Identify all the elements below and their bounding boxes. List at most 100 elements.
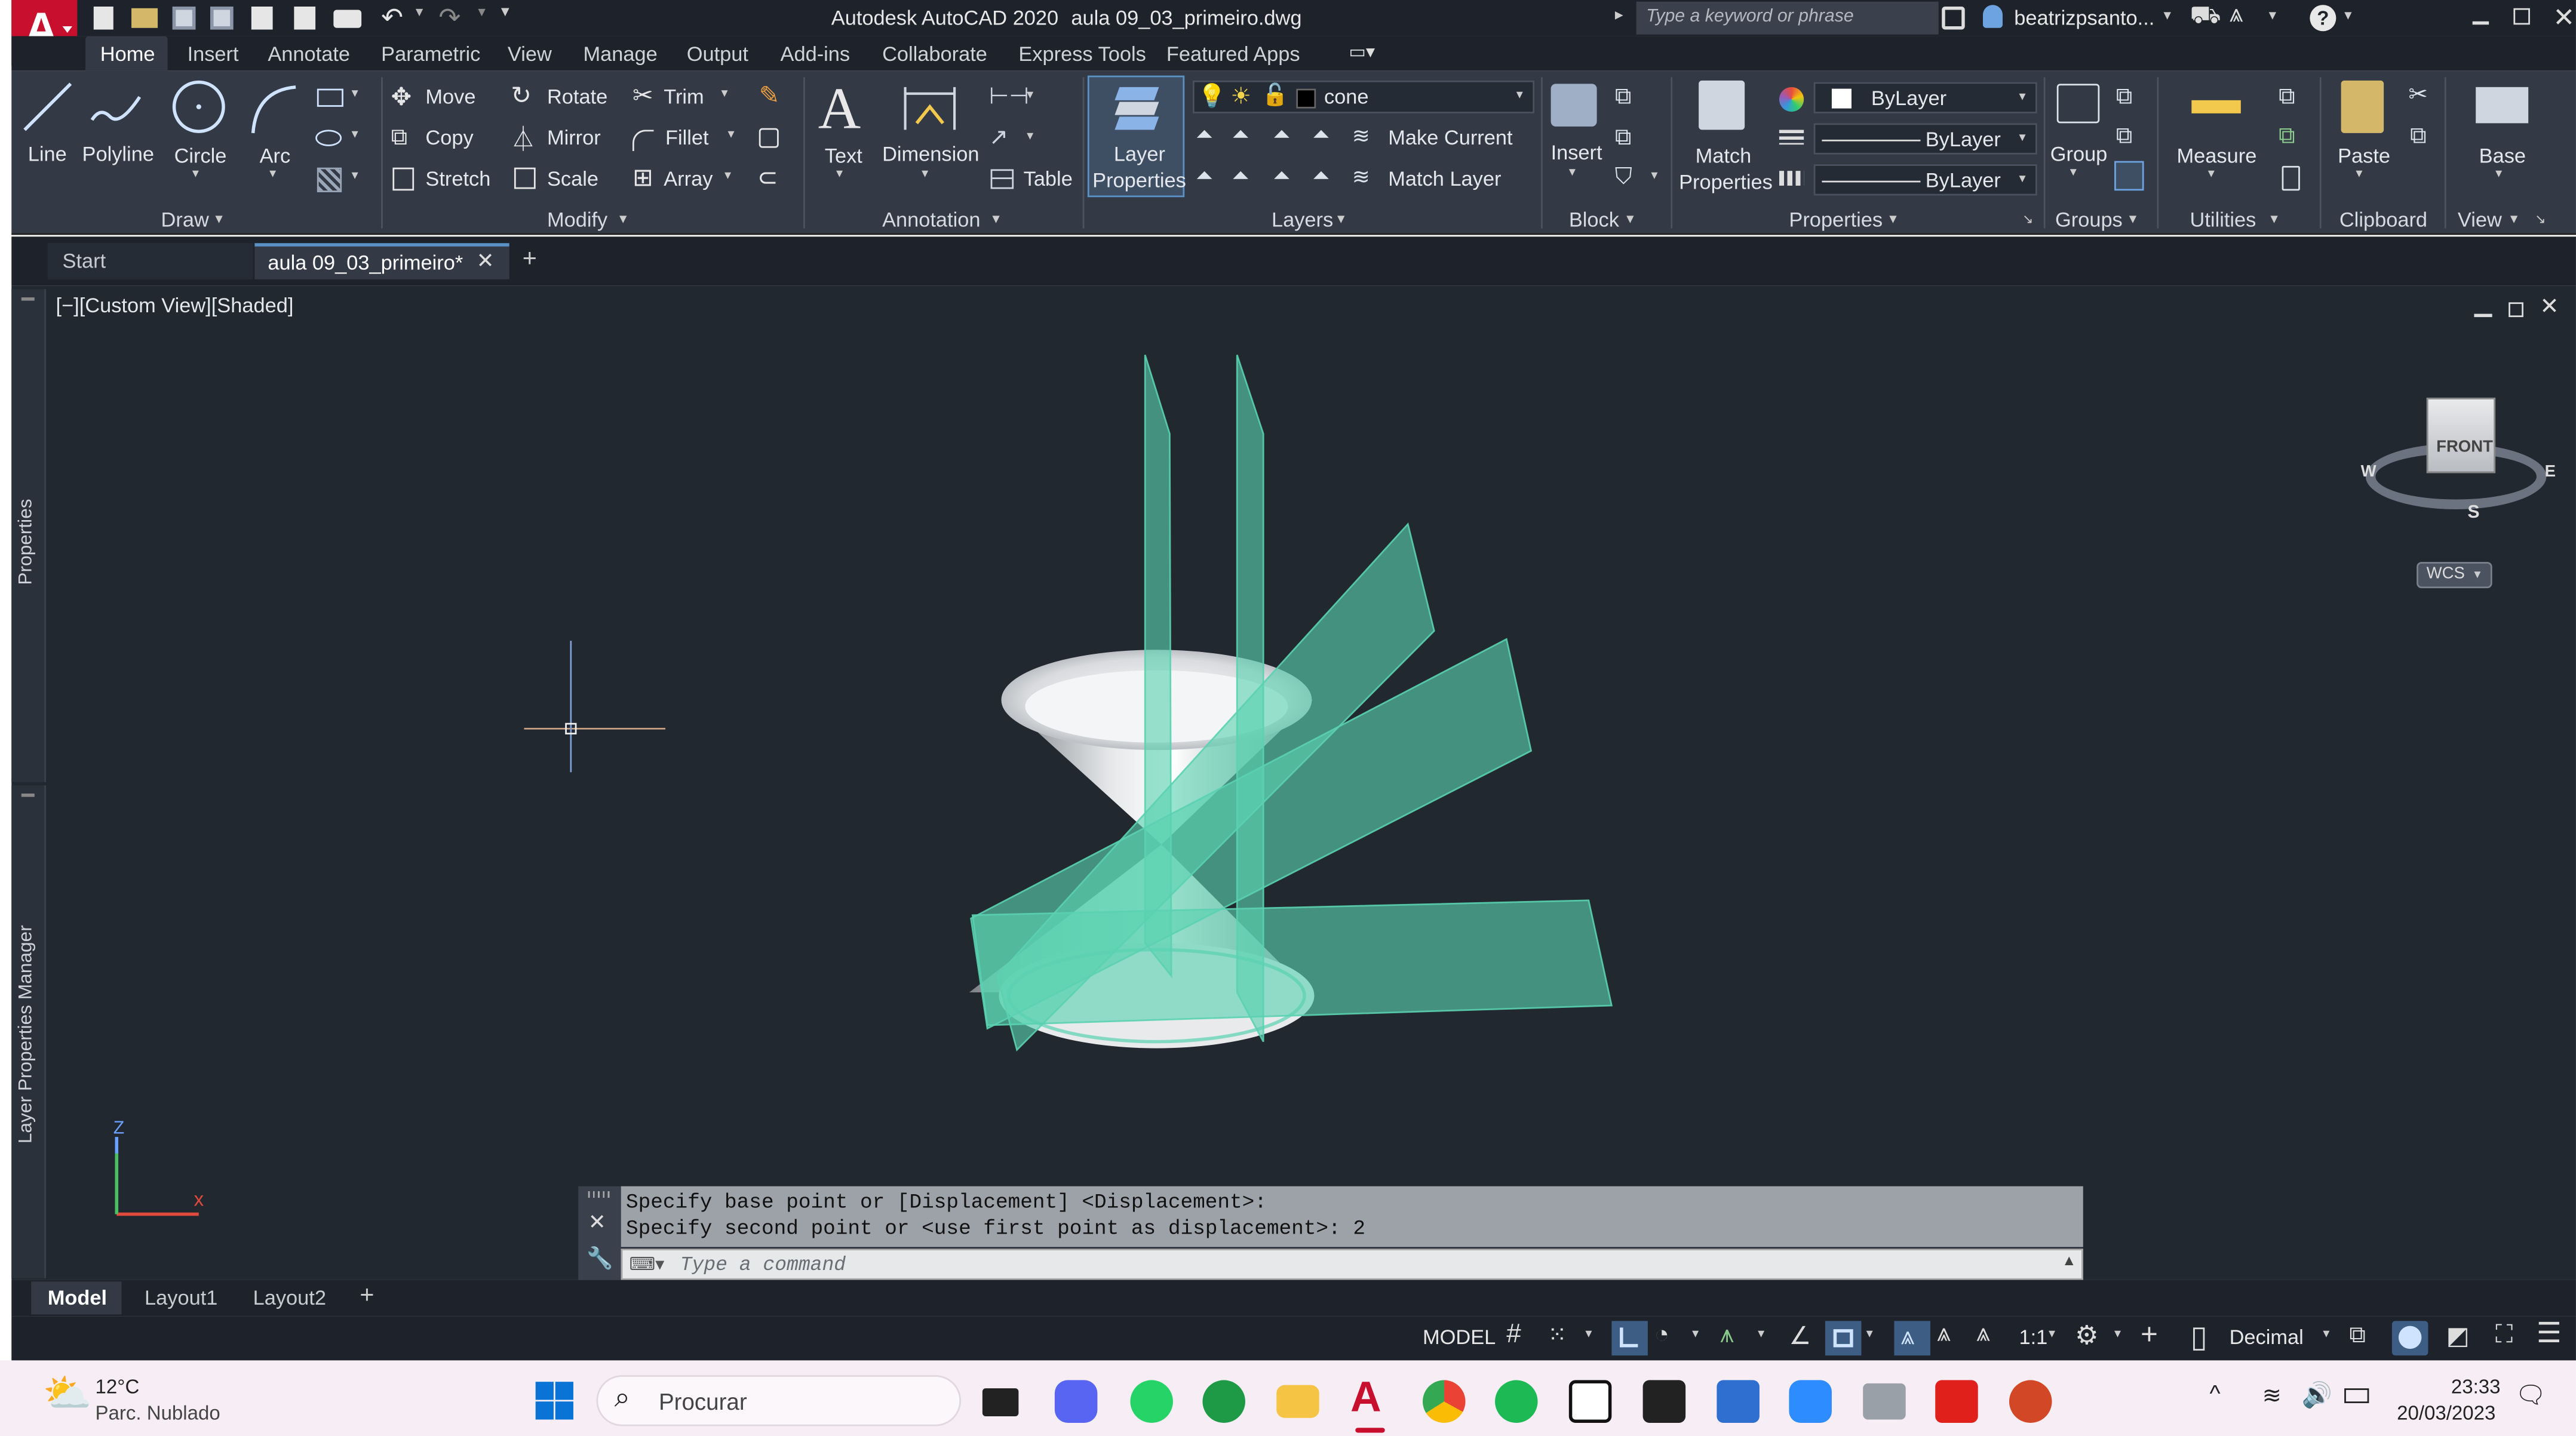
viewcube-front-face[interactable]: FRONT [2426, 397, 2496, 473]
file-explorer-icon[interactable] [1276, 1385, 1319, 1418]
group-button-label[interactable]: Group [2050, 143, 2108, 166]
taskbar-search-box[interactable]: ⌕ Procurar [596, 1375, 962, 1426]
expand-search-icon[interactable]: ▸ [1615, 7, 1623, 24]
attribute-dropdown-icon[interactable]: ▾ [1651, 168, 1657, 183]
command-input[interactable]: ⌨▾ Type a command ▲ [621, 1249, 2083, 1280]
tab-home[interactable]: Home [85, 36, 168, 71]
undo-icon[interactable]: ↶ [381, 2, 403, 35]
object-snap-dropdown-icon[interactable]: ▾ [1866, 1326, 1873, 1341]
file-tab-start[interactable]: Start [47, 243, 253, 279]
redo-icon[interactable]: ↷ [438, 2, 460, 35]
draw-panel-expand-icon[interactable]: ▾ [215, 210, 222, 228]
acrobat-icon[interactable] [1935, 1380, 1978, 1423]
inkscape-icon[interactable] [1642, 1380, 1686, 1423]
ellipse-icon[interactable] [315, 130, 342, 146]
compass-west-label[interactable]: W [2361, 463, 2377, 481]
layout-tab-layout1[interactable]: Layout1 [145, 1287, 217, 1310]
units-value[interactable]: Decimal [2230, 1326, 2304, 1349]
isolate-objects-toggle[interactable] [2391, 1321, 2428, 1356]
insert-button-label[interactable]: Insert [1551, 142, 1602, 165]
command-close-icon[interactable]: ✕ [588, 1209, 606, 1235]
layout-tab-model[interactable]: Model [31, 1281, 122, 1315]
properties-panel-expand-icon[interactable]: ▾ [1889, 210, 1896, 228]
calculator-icon[interactable] [2282, 165, 2300, 191]
auto-scale-icon[interactable]: ⩓ [1937, 1320, 1951, 1348]
make-current-icon[interactable]: ≋ [1352, 123, 1370, 149]
tab-manage[interactable]: Manage [583, 43, 657, 66]
weather-description[interactable]: Parc. Nublado [96, 1401, 220, 1425]
cart-icon[interactable]: ⛟ [2190, 2, 2221, 33]
circle-dropdown-icon[interactable]: ▾ [192, 166, 199, 181]
properties-launcher-icon[interactable]: ↘ [2022, 212, 2033, 227]
leader-icon[interactable]: ↗ [989, 123, 1008, 151]
open-file-icon[interactable] [131, 8, 158, 28]
cut-icon[interactable]: ✂ [2408, 81, 2427, 109]
autocad-taskbar-icon[interactable]: A [1350, 1372, 1381, 1423]
workspace-gear-icon[interactable]: ⚙ [2075, 1320, 2098, 1352]
rotate-button-label[interactable]: Rotate [547, 85, 607, 109]
tab-collaborate[interactable]: Collaborate [882, 43, 987, 66]
layers-panel-expand-icon[interactable]: ▾ [1337, 210, 1344, 228]
file-tab-document[interactable]: aula 09_03_primeiro* ✕ [254, 243, 509, 279]
new-tab-plus-icon[interactable]: + [523, 245, 537, 273]
block-panel-expand-icon[interactable]: ▾ [1626, 210, 1634, 228]
paste-dropdown-icon[interactable]: ▾ [2356, 166, 2362, 181]
notifications-icon[interactable]: 🗨 [2515, 1380, 2546, 1410]
array-icon[interactable]: ⊞ [633, 162, 653, 192]
utilities-panel-expand-icon[interactable]: ▾ [2270, 210, 2277, 228]
tray-chevron-icon[interactable]: ^ [2210, 1380, 2221, 1406]
app-leaf-icon[interactable] [1202, 1380, 1245, 1423]
layout-tab-layout2[interactable]: Layout2 [253, 1287, 326, 1310]
command-history-toggle-icon[interactable]: ▲ [2062, 1252, 2077, 1269]
annotation-panel-expand-icon[interactable]: ▾ [992, 210, 999, 228]
save-web-icon[interactable] [294, 7, 316, 30]
command-prompt-icon[interactable]: ⌨▾ [629, 1254, 664, 1275]
annotation-visibility-toggle[interactable]: ⩓ [1894, 1321, 1930, 1356]
quick-properties-icon[interactable]: ⧉ [2349, 1321, 2366, 1349]
layer-tool-icon[interactable]: ⏶ [1196, 122, 1213, 148]
close-icon[interactable]: ✕ [2553, 2, 2575, 35]
wifi-icon[interactable]: ≋ [2262, 1382, 2282, 1410]
match-layer-icon[interactable]: ≋ [1352, 164, 1370, 190]
array-dropdown-icon[interactable]: ▾ [724, 168, 731, 183]
minimize-icon[interactable] [2472, 21, 2489, 24]
tab-annotate[interactable]: Annotate [268, 43, 350, 66]
linear-dim-icon[interactable]: ⊢⊣ [989, 82, 1029, 110]
clock-time[interactable]: 23:33 [2451, 1375, 2501, 1398]
help-dropdown-icon[interactable]: ▾ [2344, 7, 2351, 24]
annotation-scale-value[interactable]: 1:1 [2019, 1326, 2047, 1349]
measure-dropdown-icon[interactable]: ▾ [2208, 166, 2215, 181]
object-snap-tracking-icon[interactable]: ∠ [1789, 1321, 1811, 1351]
layers-panel-title[interactable]: Layers [1272, 208, 1333, 232]
fillet-dropdown-icon[interactable]: ▾ [728, 127, 735, 142]
hatch-icon[interactable] [317, 167, 342, 192]
isodraft-icon[interactable]: ⩚ [1720, 1321, 1734, 1349]
text-button-label[interactable]: Text [825, 144, 862, 168]
layer-tool-icon[interactable]: ⏶ [1196, 162, 1213, 189]
fillet-button-label[interactable]: Fillet [665, 127, 709, 150]
stretch-button-label[interactable]: Stretch [425, 168, 490, 191]
user-name[interactable]: beatrizpsanto... [2014, 7, 2154, 30]
rotate-icon[interactable]: ↻ [511, 81, 532, 110]
match-layer-label[interactable]: Match Layer [1388, 168, 1501, 191]
polar-tracking-icon[interactable]: ◔ [1654, 1321, 1669, 1349]
workspace-dropdown-icon[interactable]: ▾ [2114, 1326, 2121, 1341]
base-view-icon[interactable] [2476, 87, 2529, 124]
dimension-dropdown-icon[interactable]: ▾ [922, 166, 928, 181]
edit-block-icon[interactable]: ⧉ [1615, 123, 1632, 151]
tab-view[interactable]: View [508, 43, 552, 66]
save-as-icon[interactable] [210, 7, 234, 30]
weather-cloud-sun-icon[interactable]: ⛅ [43, 1370, 92, 1418]
notion-icon[interactable] [1568, 1380, 1612, 1423]
copy-button-label[interactable]: Copy [425, 127, 473, 150]
model-space-toggle[interactable]: MODEL [1423, 1326, 1496, 1349]
ungroup-icon[interactable]: ⧉ [2116, 82, 2133, 110]
customization-menu-icon[interactable]: ☰ [2537, 1318, 2562, 1351]
dimension-icon[interactable] [900, 81, 959, 133]
erase-icon[interactable]: ✎ [759, 81, 780, 110]
text-icon[interactable]: A [818, 74, 861, 143]
array-button-label[interactable]: Array [664, 168, 713, 191]
plot-icon[interactable] [333, 10, 362, 28]
close-tab-icon[interactable]: ✕ [477, 248, 495, 275]
measure-button-label[interactable]: Measure [2177, 144, 2257, 168]
